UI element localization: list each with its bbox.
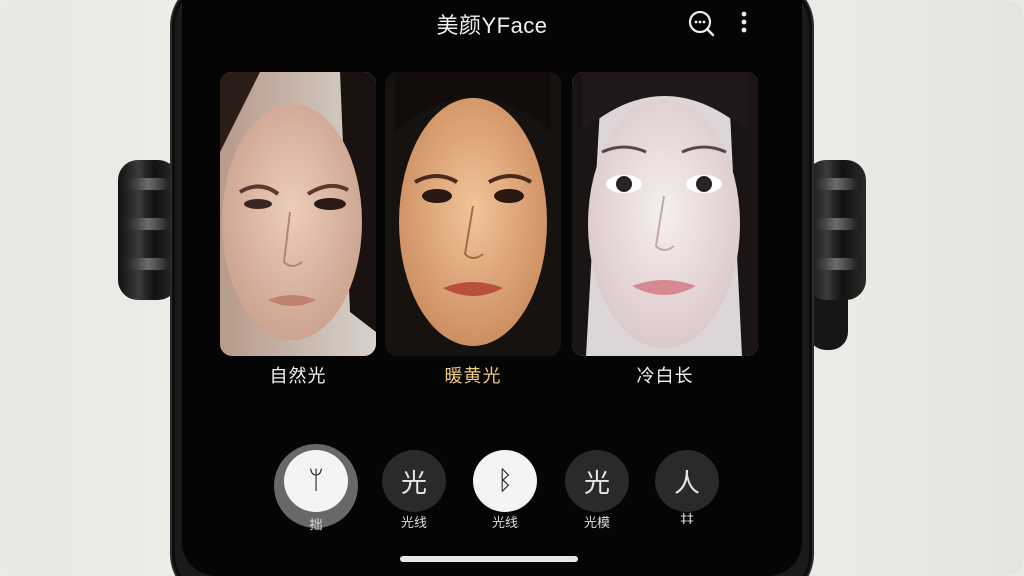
app-header: 美颜YFace [182, 0, 802, 46]
tool-glyph: ᛒ [497, 466, 513, 496]
tool-button-4[interactable]: 光 [565, 450, 629, 512]
tool-label: 拙 [309, 518, 323, 533]
preset-label: 冷白长 [636, 366, 694, 387]
preset-photo-natural [220, 72, 376, 356]
preset-warm-light[interactable]: 暖黄光 [385, 72, 561, 387]
tool-glyph: 人 [673, 468, 700, 499]
preset-photo-cool [572, 72, 758, 356]
tool-label: 光线 [400, 516, 427, 531]
tool-glyph: 光 [400, 468, 427, 499]
app-screen: 美颜YFace 自然光 暖黄光 冷白长 ᛘ 拙 光 光线 ᛒ 光线 光 光模 人… [182, 0, 802, 576]
preset-label: 自然光 [269, 366, 327, 387]
phone-mount-right [806, 160, 866, 300]
tool-label: 光模 [583, 516, 610, 531]
tool-label: ‡‡ [680, 512, 694, 527]
tool-button-3[interactable]: ᛒ [473, 450, 537, 512]
preset-cool-white[interactable]: 冷白长 [572, 72, 758, 387]
preset-label-active: 暖黄光 [444, 366, 502, 387]
preset-photo-warm [385, 72, 561, 356]
tool-glyph: 光 [583, 468, 610, 499]
tool-glyph: ᛘ [308, 466, 324, 496]
home-indicator[interactable] [400, 556, 578, 562]
phone-mount-left [118, 160, 178, 300]
tool-button-2[interactable]: 光 [382, 450, 446, 512]
tool-label: 光线 [491, 516, 518, 531]
search-chat-icon[interactable] [686, 8, 716, 38]
preset-natural-light[interactable]: 自然光 [220, 72, 376, 387]
more-vertical-icon[interactable] [734, 8, 754, 38]
tool-button-1[interactable]: ᛘ [284, 450, 348, 512]
tool-button-5[interactable]: 人 [655, 450, 719, 512]
